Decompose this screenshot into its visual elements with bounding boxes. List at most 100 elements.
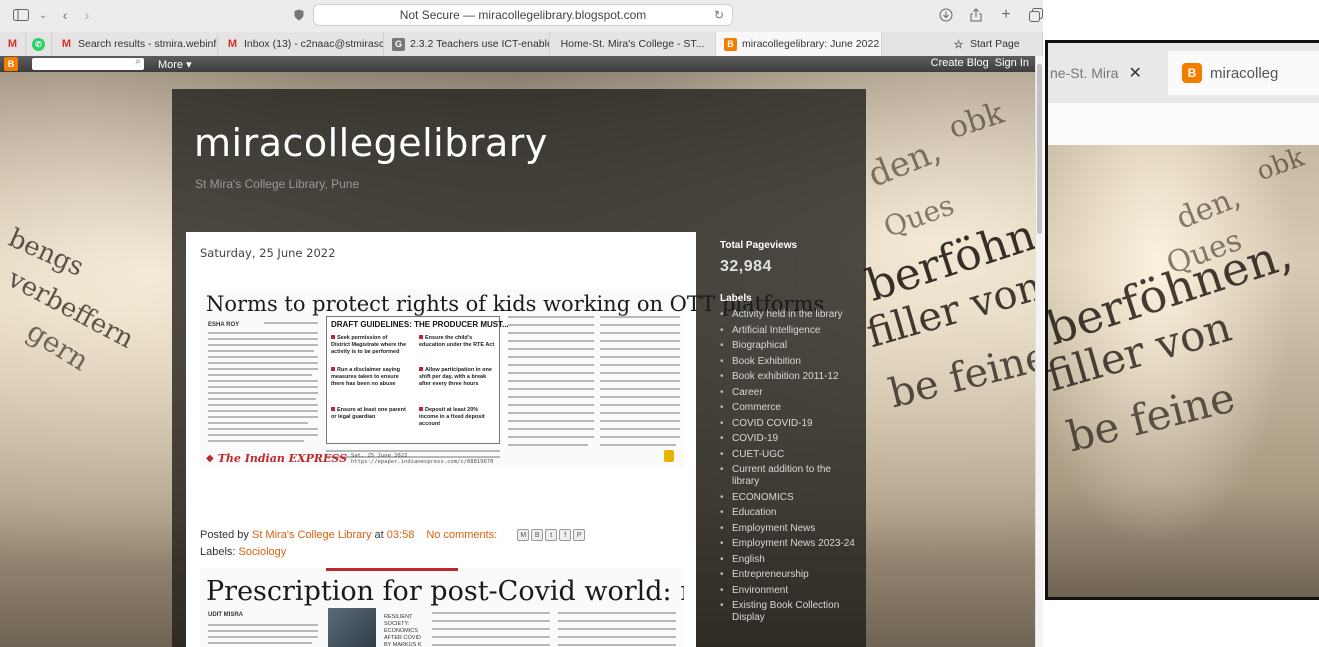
text-column — [208, 338, 318, 340]
toolbar-right-group: + — [935, 4, 1047, 26]
reload-icon[interactable]: ↻ — [714, 8, 724, 22]
sidebar-label-link[interactable]: ECONOMICS — [720, 492, 860, 504]
twitter-share-icon[interactable]: t — [545, 529, 558, 541]
text-column — [600, 372, 680, 374]
sidebar-label-link[interactable]: Artificial Intelligence — [720, 325, 860, 337]
back-icon[interactable]: ‹ — [54, 5, 76, 25]
post-labels: Labels: Sociology — [200, 546, 286, 558]
sidebar-label-link[interactable]: Environment — [720, 585, 860, 597]
sidebar-label-link[interactable]: Activity held in the library — [720, 309, 860, 321]
text-column — [600, 412, 680, 414]
sidebar-label-link[interactable]: Employment News 2023-24 — [720, 538, 860, 550]
sidebar-label-link[interactable]: COVID-19 — [720, 433, 860, 445]
close-icon: ✕ — [1128, 65, 1142, 82]
text-column — [208, 434, 318, 436]
forward-icon[interactable]: › — [76, 5, 98, 25]
chevron-down-icon[interactable]: ⌄ — [32, 5, 54, 25]
text-column — [432, 644, 550, 646]
text-column — [208, 404, 318, 406]
sidebar-label-link[interactable]: Current addition to the library — [720, 464, 860, 488]
blogger-logo-icon[interactable]: B — [4, 57, 18, 71]
facebook-share-icon[interactable]: f — [559, 529, 572, 541]
text-column — [208, 636, 318, 638]
sidebar-label-link[interactable]: CUET-UGC — [720, 449, 860, 461]
text-column — [600, 388, 680, 390]
text-column — [600, 332, 680, 334]
search-icon[interactable]: ⌕ — [135, 56, 141, 67]
blog-post: Saturday, 25 June 2022 Norms to protect … — [186, 232, 824, 647]
tab-whatsapp-pinned[interactable]: ✆ — [26, 32, 52, 56]
post-date: Saturday, 25 June 2022 — [200, 246, 336, 260]
text-column — [558, 628, 676, 630]
email-share-icon[interactable]: M — [517, 529, 530, 541]
newspaper-clipping-image: Norms to protect rights of kids working … — [200, 290, 824, 468]
sidebar-label-link[interactable]: Entrepreneurship — [720, 569, 860, 581]
comments-link[interactable]: No comments: — [426, 529, 497, 541]
text-column — [508, 348, 594, 350]
sidebar-label-link[interactable]: Education — [720, 507, 860, 519]
sidebar-label-link[interactable]: Commerce — [720, 402, 860, 414]
author-link[interactable]: St Mira's College Library — [252, 529, 371, 541]
text-column — [264, 322, 318, 324]
text-column — [208, 362, 318, 364]
more-menu-button[interactable]: More ▾ — [158, 58, 192, 71]
sidebar-label-link[interactable]: English — [720, 554, 860, 566]
tab-label: Home-St. Mira's College - ST... — [560, 38, 705, 50]
tab-start-page[interactable]: ☆ Start Page — [882, 32, 1043, 56]
tab-teachers-ict[interactable]: G 2.3.2 Teachers use ICT-enable... — [384, 32, 550, 56]
text-column — [508, 316, 594, 318]
background-lettering: obk — [944, 95, 1009, 147]
page-scrollbar[interactable] — [1035, 56, 1043, 647]
text-column — [508, 412, 594, 414]
post-time-link[interactable]: 03:58 — [387, 529, 415, 541]
sign-in-link[interactable]: Sign In — [995, 57, 1029, 69]
text-column — [208, 374, 312, 376]
tab-home-st-miras[interactable]: Home-St. Mira's College - ST... — [550, 32, 716, 56]
share-icon[interactable] — [965, 5, 987, 25]
new-tab-icon[interactable]: + — [995, 5, 1017, 25]
sidebar-label-link[interactable]: COVID COVID-19 — [720, 418, 860, 430]
text-column — [600, 420, 680, 422]
text-column — [508, 364, 594, 366]
text-column — [208, 410, 318, 412]
scrollbar-thumb[interactable] — [1037, 64, 1042, 234]
whatsapp-icon: ✆ — [32, 37, 45, 51]
sidebar-label-link[interactable]: Employment News — [720, 523, 860, 535]
newspaper-url: https://epaper.indianexpress.com/c/68819… — [351, 458, 494, 465]
create-blog-link[interactable]: Create Blog — [931, 57, 989, 69]
download-icon[interactable] — [935, 5, 957, 25]
text-column — [600, 356, 680, 358]
background-lettering: den, — [862, 130, 947, 196]
sidebar-label-link[interactable]: Career — [720, 387, 860, 399]
overlay-tab-bar: ne-St. Mira ✕ B miracolleg — [1048, 43, 1319, 103]
tab-search-results[interactable]: M Search results - stmira.webinf... — [52, 32, 218, 56]
guideline-item: Ensure the child's education under the R… — [419, 335, 495, 348]
privacy-shield-icon[interactable] — [288, 5, 310, 25]
text-column — [432, 612, 550, 614]
blog-title[interactable]: miracollegelibrary — [194, 121, 548, 165]
tab-gmail-pinned[interactable]: M — [0, 32, 26, 56]
text-column — [208, 422, 308, 424]
text-column — [508, 396, 594, 398]
text-column — [508, 372, 594, 374]
address-bar[interactable]: Not Secure — miracollegelibrary.blogspot… — [313, 4, 733, 26]
text-column — [508, 420, 594, 422]
blog-this-icon[interactable]: B — [531, 529, 544, 541]
sidebar-label-link[interactable]: Book Exhibition — [720, 356, 860, 368]
sidebar-toggle-icon[interactable] — [10, 5, 32, 25]
text-column — [508, 324, 594, 326]
clipping-accent-bar — [326, 568, 458, 571]
label-sociology-link[interactable]: Sociology — [239, 546, 287, 558]
clipping-byline-2: UDIT MISRA — [208, 612, 243, 618]
tab-miracollegelibrary[interactable]: B miracollegelibrary: June 2022 — [716, 32, 882, 56]
pinterest-share-icon[interactable]: P — [573, 529, 586, 541]
sidebar-label-link[interactable]: Biographical — [720, 340, 860, 352]
text-column — [558, 620, 676, 622]
tab-inbox[interactable]: M Inbox (13) - c2naac@stmirasc... — [218, 32, 384, 56]
diamond-icon: ◆ — [206, 453, 214, 464]
blog-search-input[interactable]: ⌕ — [32, 56, 144, 70]
sidebar-label-link[interactable]: Existing Book Collection Display — [720, 600, 860, 624]
labels-heading: Labels — [720, 293, 752, 304]
blogger-navbar: B ⌕ More ▾ Create Blog Sign In — [0, 56, 1035, 72]
sidebar-label-link[interactable]: Book exhibition 2011-12 — [720, 371, 860, 383]
